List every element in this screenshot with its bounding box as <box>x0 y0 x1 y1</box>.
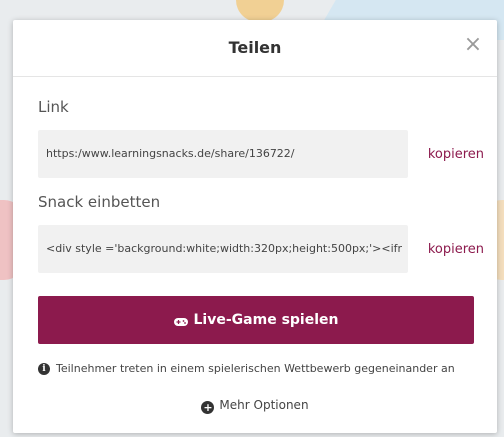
live-game-button[interactable]: Live-Game spielen <box>38 296 474 344</box>
plus-circle-icon: + <box>201 401 215 414</box>
link-field[interactable]: https:/www.learningsnacks.de/share/13672… <box>38 130 408 178</box>
more-options-link[interactable]: + Mehr Optionen <box>13 398 497 414</box>
close-icon[interactable]: × <box>462 34 484 56</box>
modal-title: Teilen <box>228 38 282 57</box>
embed-field[interactable]: <div style ='background:white;width:320p… <box>38 225 408 273</box>
link-value: https:/www.learningsnacks.de/share/13672… <box>46 147 295 160</box>
info-line: i Teilnehmer treten in einem spielerisch… <box>38 362 455 375</box>
embed-label: Snack einbetten <box>38 193 161 211</box>
copy-link-button[interactable]: kopieren <box>428 147 484 162</box>
embed-value: <div style ='background:white;width:320p… <box>46 242 402 255</box>
link-label: Link <box>38 98 69 116</box>
gamepad-icon <box>173 315 188 326</box>
modal-header: Teilen × <box>13 20 497 77</box>
copy-embed-button[interactable]: kopieren <box>428 242 484 257</box>
info-icon: i <box>38 362 50 375</box>
more-options-label: Mehr Optionen <box>219 398 309 412</box>
share-modal: Teilen × Link https:/www.learningsnacks.… <box>13 20 497 433</box>
info-text: Teilnehmer treten in einem spielerischen… <box>56 362 455 375</box>
live-game-label: Live-Game spielen <box>193 312 339 328</box>
